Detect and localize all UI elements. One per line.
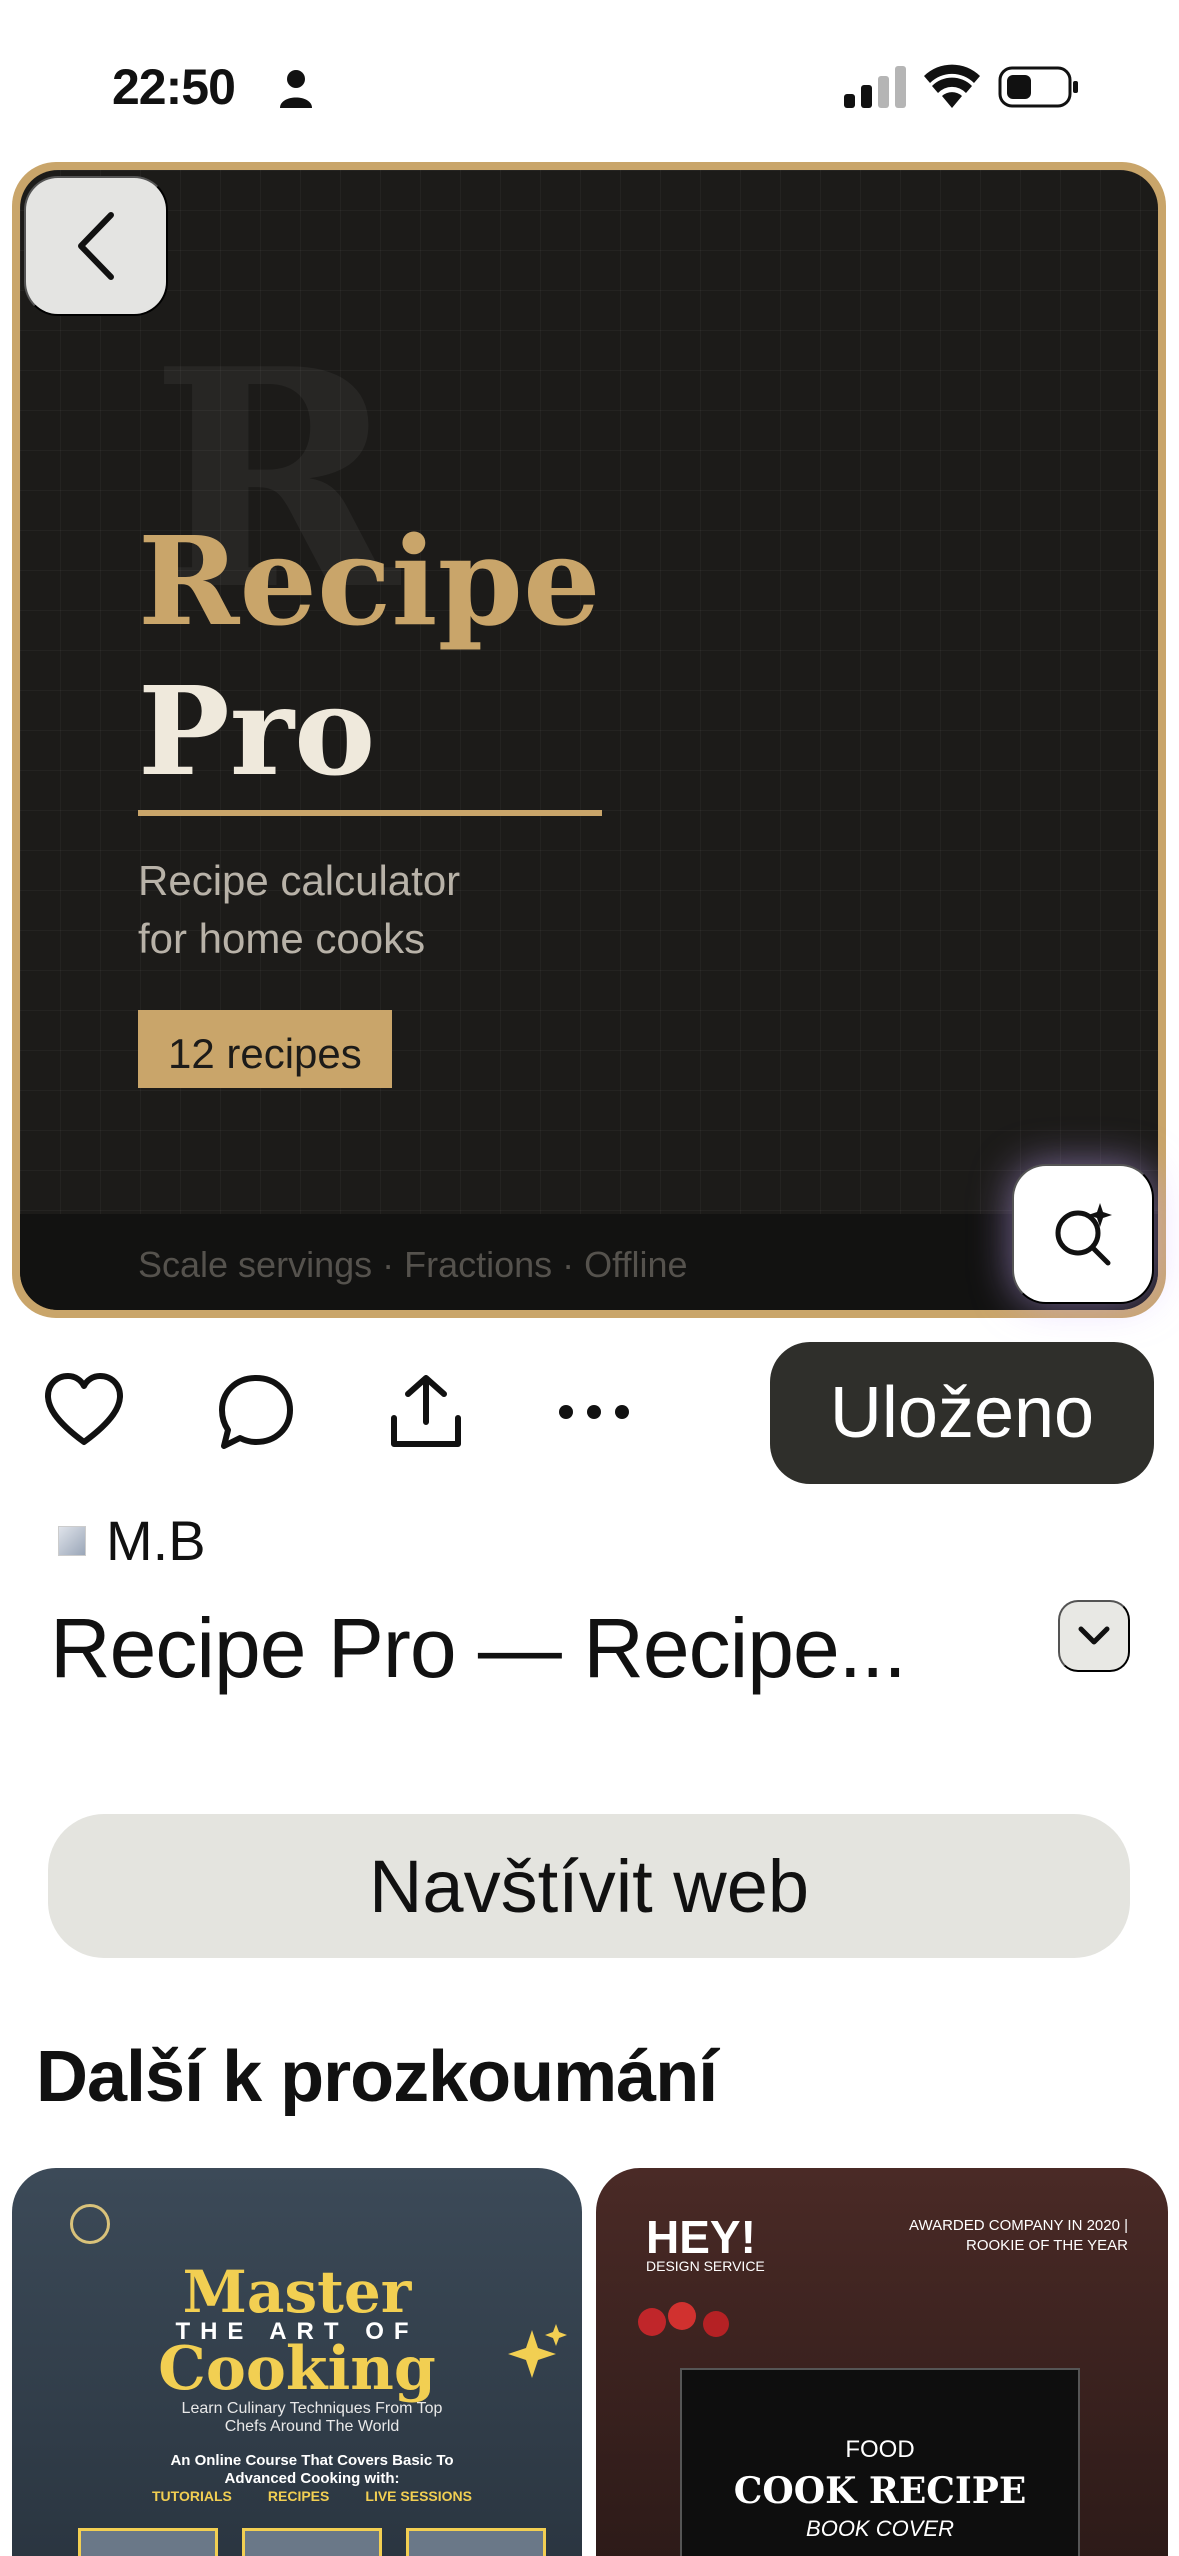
back-button[interactable] bbox=[24, 176, 168, 316]
book-cover-mockup: FOOD COOK RECIPE BOOK COVER bbox=[680, 2368, 1080, 2556]
pin-image-inner: R Recipe Pro Recipe calculator for home … bbox=[20, 170, 1158, 1310]
wifi-icon bbox=[924, 64, 980, 108]
book-food-label: FOOD bbox=[845, 2436, 915, 2463]
card-thumbnail bbox=[406, 2528, 546, 2556]
card-course-text: An Online Course That Covers Basic To Ad… bbox=[170, 2452, 454, 2487]
recipe-count-badge: 12 recipes bbox=[138, 1010, 392, 1088]
tomatoes-icon bbox=[638, 2302, 729, 2337]
explore-heading: Další k prozkoumání bbox=[36, 2037, 718, 2117]
card-thumbnails bbox=[78, 2528, 546, 2556]
hero-title-pro: Pro bbox=[138, 659, 376, 803]
hero-title-recipe: Recipe bbox=[138, 509, 601, 653]
pin-image[interactable]: R Recipe Pro Recipe calculator for home … bbox=[12, 162, 1166, 1318]
visual-search-button[interactable] bbox=[1012, 1164, 1154, 1304]
card-thumbnail bbox=[242, 2528, 382, 2556]
pin-title: Recipe Pro — Recipe... bbox=[50, 1601, 907, 1695]
sparkle-icon bbox=[508, 2324, 567, 2378]
card-tag: LIVE SESSIONS bbox=[365, 2488, 472, 2504]
card-title-cooking: Cooking bbox=[158, 2334, 436, 2404]
signal-icon bbox=[844, 66, 906, 108]
card-brand-hey: HEY! bbox=[646, 2211, 756, 2263]
brand-logo-icon bbox=[70, 2204, 110, 2244]
hero-subtitle: Recipe calculator for home cooks bbox=[138, 852, 638, 968]
status-bar: 22:50 bbox=[0, 0, 1179, 160]
lens-search-icon bbox=[1055, 1203, 1112, 1266]
card-award-text: AWARDED COMPANY IN 2020 | ROOKIE OF THE … bbox=[909, 2217, 1128, 2254]
status-time: 22:50 bbox=[112, 59, 236, 115]
card-thumbnail bbox=[78, 2528, 218, 2556]
hero-footer: Scale servings · Fractions · Offline bbox=[20, 1214, 1158, 1310]
book-subtitle: BOOK COVER bbox=[806, 2516, 954, 2541]
expand-title-button[interactable] bbox=[1058, 1600, 1130, 1672]
chevron-down-icon bbox=[1078, 1626, 1110, 1645]
card-design-service: DESIGN SERVICE bbox=[646, 2258, 765, 2274]
card-subtitle: Learn Culinary Techniques From Top Chefs… bbox=[181, 2400, 443, 2435]
chevron-left-icon bbox=[78, 212, 114, 280]
explore-card-cook-recipe[interactable]: HEY! DESIGN SERVICE AWARDED COMPANY IN 2… bbox=[596, 2168, 1168, 2556]
author-avatar[interactable] bbox=[58, 1526, 86, 1556]
hero-subtitle-line-1: Recipe calculator bbox=[138, 857, 461, 904]
card-tag: RECIPES bbox=[267, 2488, 330, 2504]
battery-icon bbox=[998, 66, 1078, 108]
share-icon[interactable] bbox=[386, 1372, 466, 1452]
book-title: COOK RECIPE bbox=[733, 2470, 1027, 2512]
explore-card-master-cooking[interactable]: Master THE ART OF Cooking Learn Culinary… bbox=[12, 2168, 582, 2556]
hero-subtitle-line-2: for home cooks bbox=[138, 915, 426, 962]
visit-website-button[interactable]: Navštívit web bbox=[48, 1814, 1130, 1958]
card-title-master: Master bbox=[182, 2258, 412, 2326]
hero-features: Scale servings · Fractions · Offline bbox=[138, 1244, 688, 1285]
person-icon bbox=[280, 70, 312, 108]
saved-button[interactable]: Uloženo bbox=[770, 1342, 1154, 1484]
more-icon[interactable] bbox=[554, 1372, 634, 1452]
hero-divider bbox=[138, 810, 602, 816]
comment-icon[interactable] bbox=[216, 1372, 296, 1452]
heart-icon[interactable] bbox=[44, 1372, 124, 1452]
card-tags: TUTORIALS RECIPES LIVE SESSIONS bbox=[152, 2488, 472, 2504]
card-tag: TUTORIALS bbox=[152, 2488, 232, 2504]
author-name[interactable]: M.B bbox=[106, 1508, 206, 1573]
